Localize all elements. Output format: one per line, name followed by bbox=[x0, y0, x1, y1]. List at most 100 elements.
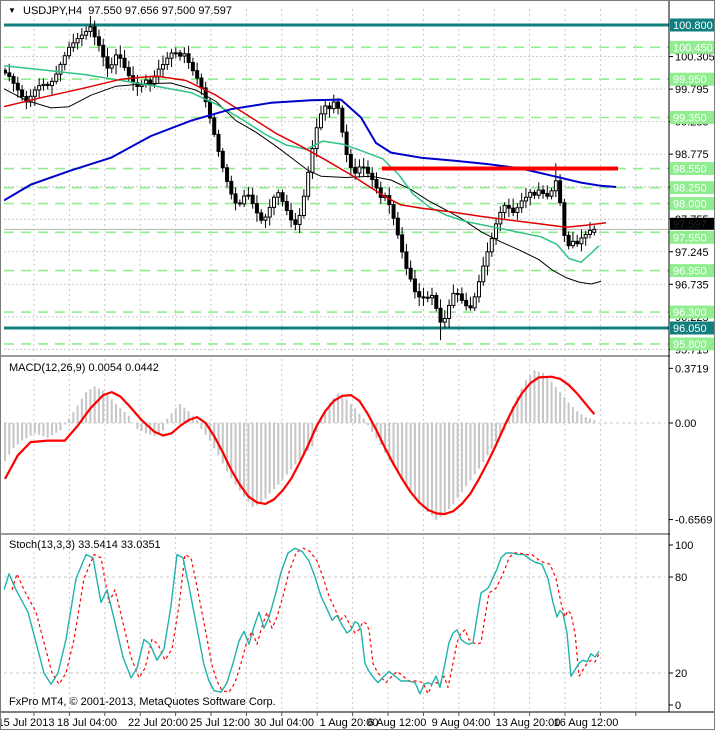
candle-body bbox=[476, 281, 481, 298]
price-label: 98.775 bbox=[675, 149, 709, 161]
candle-body bbox=[459, 293, 464, 301]
candle-body bbox=[263, 216, 268, 221]
candle-body bbox=[160, 64, 165, 70]
candle-body bbox=[284, 201, 289, 212]
time-label: 6 Aug 12:00 bbox=[368, 717, 427, 729]
candle-body bbox=[259, 212, 264, 221]
price-level-box-label: 98.550 bbox=[673, 164, 707, 176]
candle-body bbox=[344, 131, 349, 155]
price-level-box-label: 99.950 bbox=[673, 74, 707, 86]
candle-body bbox=[400, 234, 405, 253]
candle-body bbox=[216, 133, 221, 152]
price-scale-background bbox=[670, 1, 714, 712]
candle-body bbox=[225, 167, 230, 182]
candle-body bbox=[511, 207, 516, 213]
macd-axis-label: 0.00 bbox=[675, 418, 696, 430]
candle-body bbox=[494, 223, 499, 240]
price-level-box-label: 95.800 bbox=[673, 339, 707, 351]
candle-body bbox=[79, 34, 84, 40]
candle-body bbox=[592, 228, 597, 233]
chart-dropdown-icon[interactable]: ▼ bbox=[8, 5, 16, 17]
candle-body bbox=[88, 26, 93, 32]
price-level-box-label: 98.000 bbox=[673, 199, 707, 211]
time-label: 15 Jul 2013 bbox=[1, 717, 54, 729]
candle-body bbox=[267, 206, 272, 218]
candle-body bbox=[438, 307, 443, 323]
candle-body bbox=[62, 55, 67, 65]
candle-body bbox=[323, 105, 328, 115]
candle-body bbox=[186, 53, 191, 63]
candle-body bbox=[340, 107, 345, 133]
candle-body bbox=[75, 38, 80, 44]
time-label: 25 Jul 12:00 bbox=[190, 717, 250, 729]
candle-body bbox=[199, 77, 204, 89]
candle-body bbox=[541, 189, 546, 194]
candle-body bbox=[579, 237, 584, 245]
candle-body bbox=[549, 190, 554, 197]
candle-body bbox=[242, 195, 247, 205]
candle-body bbox=[455, 292, 460, 295]
candle-body bbox=[254, 203, 259, 214]
candle-body bbox=[331, 101, 336, 110]
candle-body bbox=[558, 180, 563, 204]
candle-body bbox=[276, 192, 281, 198]
candle-body bbox=[365, 166, 370, 174]
candle-body bbox=[7, 72, 12, 77]
time-label: 22 Jul 20:00 bbox=[128, 717, 188, 729]
candle-body bbox=[15, 82, 20, 91]
candle-body bbox=[220, 150, 225, 169]
candle-body bbox=[587, 229, 592, 235]
candle-body bbox=[293, 219, 298, 225]
stoch-axis-label: 0 bbox=[675, 700, 681, 712]
candle-body bbox=[391, 204, 396, 219]
candle-body bbox=[49, 80, 54, 87]
candle-body bbox=[250, 194, 255, 205]
candle-body bbox=[114, 54, 119, 66]
price-level-box-label: 96.050 bbox=[673, 323, 707, 335]
price-label: 96.735 bbox=[675, 279, 709, 291]
candle-body bbox=[84, 30, 89, 36]
candle-body bbox=[212, 117, 217, 135]
price-level-box-label: 100.450 bbox=[673, 42, 713, 54]
candle-body bbox=[485, 251, 490, 267]
macd-axis-label: 0.3719 bbox=[675, 363, 709, 375]
candle-body bbox=[306, 171, 311, 197]
time-label: 18 Jul 04:00 bbox=[57, 717, 117, 729]
candle-body bbox=[408, 267, 413, 280]
candle-body bbox=[71, 42, 76, 48]
candle-body bbox=[289, 210, 294, 221]
stoch-indicator-title: Stoch(13,3,3) 33.5414 33.0351 bbox=[9, 539, 161, 551]
candle-body bbox=[451, 292, 456, 306]
candle-body bbox=[118, 54, 123, 59]
candle-body bbox=[425, 296, 430, 299]
candle-body bbox=[237, 202, 242, 205]
candle-body bbox=[246, 194, 251, 197]
candle-body bbox=[404, 251, 409, 269]
time-label: 30 Jul 04:00 bbox=[254, 717, 314, 729]
candle-body bbox=[37, 85, 42, 91]
candle-body bbox=[536, 189, 541, 196]
candle-body bbox=[562, 202, 567, 236]
candle-body bbox=[519, 200, 524, 209]
candle-body bbox=[272, 196, 277, 208]
price-level-box-label: 96.950 bbox=[673, 266, 707, 278]
candle-body bbox=[165, 57, 170, 66]
stoch-axis-label: 80 bbox=[675, 572, 687, 584]
candle-body bbox=[468, 305, 473, 309]
candle-body bbox=[523, 196, 528, 202]
candle-body bbox=[442, 317, 447, 323]
candle-body bbox=[173, 52, 178, 55]
candle-body bbox=[327, 105, 332, 110]
candle-body bbox=[139, 84, 144, 88]
candle-body bbox=[570, 240, 575, 247]
candle-body bbox=[481, 265, 486, 283]
candle-body bbox=[105, 56, 110, 69]
candle-body bbox=[502, 204, 507, 213]
candle-body bbox=[545, 192, 550, 197]
candle-body bbox=[301, 195, 306, 216]
candle-body bbox=[336, 101, 341, 109]
candle-body bbox=[101, 44, 106, 58]
candle-body bbox=[430, 294, 434, 299]
candle-body bbox=[233, 193, 238, 204]
candle-body bbox=[92, 26, 97, 38]
